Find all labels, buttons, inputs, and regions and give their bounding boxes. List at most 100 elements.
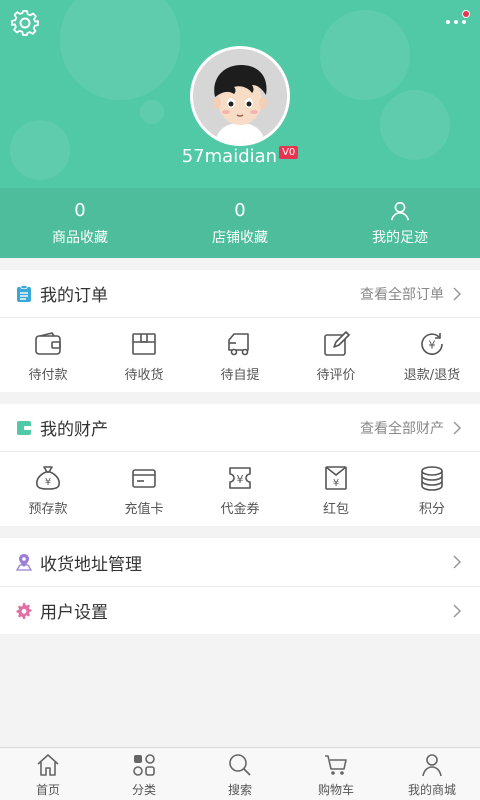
stat-store-favorites[interactable]: 0 店铺收藏 [160, 188, 320, 258]
nav-label: 搜索 [227, 783, 252, 797]
category-icon [133, 754, 155, 776]
nav-my-mall[interactable]: 我的商城 [384, 748, 480, 800]
truck-icon [228, 333, 249, 356]
more-dots-icon [462, 20, 466, 24]
orders-header[interactable]: 我的订单 查看全部订单 [0, 270, 480, 318]
asset-label: 预存款 [28, 502, 68, 517]
asset-red-envelope[interactable]: ¥ 红包 [288, 452, 384, 526]
assets-title: 我的财产 [40, 420, 108, 440]
asset-label: 红包 [322, 502, 349, 517]
stat-my-footprint[interactable]: 我的足迹 [320, 188, 480, 258]
clipboard-icon [17, 284, 31, 302]
home-icon [37, 754, 59, 776]
money-bag-icon: ¥ [36, 466, 60, 490]
view-all-assets-link[interactable]: 查看全部财产 [360, 418, 444, 438]
more-dots-icon [454, 20, 458, 24]
avatar[interactable] [190, 46, 290, 146]
nav-category[interactable]: 分类 [96, 748, 192, 800]
username: 57maidian [181, 146, 278, 167]
refund-icon: ¥ [421, 333, 443, 355]
nav-label: 购物车 [317, 783, 354, 797]
user-settings-item[interactable]: 用户设置 [0, 586, 480, 634]
asset-label: 代金券 [220, 502, 260, 517]
view-all-orders-link[interactable]: 查看全部订单 [360, 284, 444, 304]
chevron-right-icon [453, 603, 462, 618]
nav-label: 分类 [131, 783, 156, 797]
order-status-label: 退款/退货 [403, 368, 461, 383]
stats-bar: 0 商品收藏 0 店铺收藏 我的足迹 [0, 188, 480, 258]
decor-bubble [140, 100, 164, 124]
card-icon [132, 469, 156, 488]
asset-deposit[interactable]: ¥ 预存款 [0, 452, 96, 526]
notification-badge [462, 10, 470, 18]
order-pending-payment[interactable]: 待付款 [0, 318, 96, 392]
svg-text:¥: ¥ [45, 477, 51, 488]
order-pending-receipt[interactable]: 待收货 [96, 318, 192, 392]
asset-label: 积分 [418, 502, 445, 517]
chevron-right-icon [453, 286, 462, 301]
bottom-nav: 首页 分类 搜索 购物车 我的商城 [0, 747, 480, 800]
avatar-image [193, 49, 287, 143]
more-button[interactable] [442, 10, 472, 34]
menu-section: 收货地址管理 用户设置 [0, 538, 480, 634]
wallet-icon [35, 332, 61, 355]
order-pending-pickup[interactable]: 待自提 [192, 318, 288, 392]
assets-header[interactable]: 我的财产 查看全部财产 [0, 404, 480, 452]
settings-button[interactable] [10, 8, 40, 38]
cartoon-boy-avatar [193, 49, 287, 143]
orders-icon-row: 待付款 待收货 待自提 待评价 ¥ 退款/退货 [0, 318, 480, 392]
asset-voucher[interactable]: ¥ 代金券 [192, 452, 288, 526]
asset-recharge-card[interactable]: 充值卡 [96, 452, 192, 526]
red-envelope-icon: ¥ [325, 466, 347, 490]
decor-bubble [60, 0, 180, 100]
nav-label: 首页 [35, 783, 60, 797]
order-pending-review[interactable]: 待评价 [288, 318, 384, 392]
box-icon [132, 333, 156, 355]
stat-label: 店铺收藏 [212, 230, 268, 246]
svg-text:¥: ¥ [333, 478, 339, 489]
edit-icon [324, 331, 350, 356]
user-icon [422, 754, 442, 777]
stat-product-favorites[interactable]: 0 商品收藏 [0, 188, 160, 258]
assets-section: 我的财产 查看全部财产 ¥ 预存款 充值卡 ¥ 代金券 ¥ 红包 积分 [0, 404, 480, 526]
order-refund[interactable]: ¥ 退款/退货 [384, 318, 480, 392]
wallet-card-icon [17, 420, 31, 435]
menu-item-label: 收货地址管理 [40, 554, 142, 575]
person-icon [320, 199, 480, 223]
vip-badge: V0 [279, 146, 299, 159]
assets-icon-row: ¥ 预存款 充值卡 ¥ 代金券 ¥ 红包 积分 [0, 452, 480, 526]
asset-points[interactable]: 积分 [384, 452, 480, 526]
gear-icon [11, 10, 39, 36]
chevron-right-icon [453, 555, 462, 569]
order-status-label: 待自提 [220, 368, 260, 383]
nav-home[interactable]: 首页 [0, 748, 96, 800]
stat-label: 我的足迹 [372, 230, 428, 246]
more-dots-icon [446, 20, 450, 24]
nav-search[interactable]: 搜索 [192, 748, 288, 800]
chevron-right-icon [453, 420, 462, 435]
username-row: 57maidian V0 [0, 146, 480, 167]
stat-value: 0 [74, 200, 86, 221]
gear-icon [16, 602, 32, 619]
nav-cart[interactable]: 购物车 [288, 748, 384, 800]
search-icon [229, 754, 251, 776]
asset-label: 充值卡 [124, 502, 164, 517]
svg-text:¥: ¥ [237, 473, 244, 486]
order-status-label: 待付款 [28, 368, 68, 383]
cart-icon [325, 755, 347, 775]
decor-bubble [320, 10, 410, 100]
coins-icon [421, 466, 443, 491]
nav-label: 我的商城 [407, 783, 456, 797]
profile-header: 57maidian V0 0 商品收藏 0 店铺收藏 我的足迹 [0, 0, 480, 258]
orders-title: 我的订单 [40, 286, 108, 306]
order-status-label: 待收货 [124, 368, 164, 383]
voucher-icon: ¥ [229, 467, 251, 489]
svg-text:¥: ¥ [429, 339, 436, 352]
stat-label: 商品收藏 [52, 230, 108, 246]
location-icon [16, 554, 32, 571]
stat-value: 0 [234, 200, 246, 221]
orders-section: 我的订单 查看全部订单 待付款 待收货 待自提 待评价 ¥ 退款/退货 [0, 270, 480, 392]
address-management-item[interactable]: 收货地址管理 [0, 538, 480, 586]
menu-item-label: 用户设置 [40, 603, 108, 623]
order-status-label: 待评价 [316, 368, 356, 383]
